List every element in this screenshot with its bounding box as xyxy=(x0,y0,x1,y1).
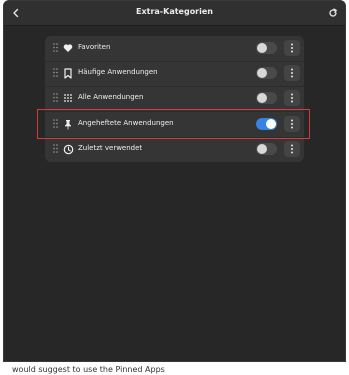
grid-icon xyxy=(62,92,74,104)
refresh-button[interactable] xyxy=(325,5,341,21)
more-vertical-icon xyxy=(291,144,293,154)
more-vertical-icon xyxy=(291,43,293,53)
item-label: Alle Anwendungen xyxy=(78,93,144,101)
window-title: Extra-Kategorien xyxy=(136,7,213,16)
toggle-knob xyxy=(257,43,267,53)
more-options-button[interactable] xyxy=(284,65,300,81)
drag-handle-icon[interactable] xyxy=(53,68,58,77)
footer-text: would suggest to use the Pinned Apps xyxy=(12,365,165,374)
list-item-favoriten[interactable]: Favoriten xyxy=(45,36,304,61)
category-list: Favoriten Häufige Anwendungen Alle Anwen… xyxy=(45,36,304,162)
heart-icon xyxy=(62,42,74,54)
item-label: Häufige Anwendungen xyxy=(78,68,158,76)
more-options-button[interactable] xyxy=(284,90,300,106)
toggle-switch[interactable] xyxy=(256,143,277,155)
drag-handle-icon[interactable] xyxy=(53,144,58,153)
toggle-switch[interactable] xyxy=(256,67,277,79)
item-label: Zuletzt verwendet xyxy=(78,144,143,152)
toggle-knob xyxy=(257,93,267,103)
bookmark-icon xyxy=(62,67,74,79)
item-label: Favoriten xyxy=(78,43,111,51)
toggle-knob xyxy=(257,144,267,154)
more-vertical-icon xyxy=(291,68,293,78)
title-bar: Extra-Kategorien xyxy=(4,1,345,26)
more-vertical-icon xyxy=(291,93,293,103)
toggle-switch[interactable] xyxy=(256,42,277,54)
drag-handle-icon[interactable] xyxy=(53,93,58,102)
drag-handle-icon[interactable] xyxy=(53,43,58,52)
refresh-icon xyxy=(329,8,337,17)
list-item-alle[interactable]: Alle Anwendungen xyxy=(45,86,304,111)
highlight-box xyxy=(37,109,310,139)
more-options-button[interactable] xyxy=(284,40,300,56)
more-options-button[interactable] xyxy=(284,141,300,157)
list-item-zuletzt[interactable]: Zuletzt verwendet xyxy=(45,137,304,162)
toggle-switch[interactable] xyxy=(256,92,277,104)
preferences-window: Extra-Kategorien Favoriten Häufige Anwen… xyxy=(3,0,346,362)
list-item-haeufige[interactable]: Häufige Anwendungen xyxy=(45,61,304,86)
toggle-knob xyxy=(257,68,267,78)
clock-icon xyxy=(62,143,74,155)
